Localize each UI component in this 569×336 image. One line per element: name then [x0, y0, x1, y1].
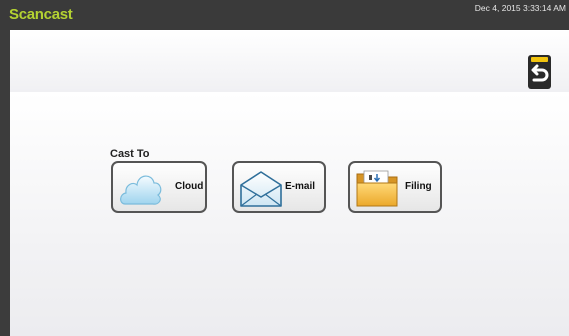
toolbar-strip [10, 30, 569, 92]
cloud-button-label: Cloud [175, 181, 204, 192]
folder-icon [356, 170, 398, 207]
filing-button[interactable]: Filing [348, 161, 442, 213]
back-button[interactable] [527, 55, 552, 90]
title-bar: Scancast Dec 4, 2015 3:33:14 AM [0, 0, 569, 30]
cloud-button[interactable]: Cloud [111, 161, 207, 213]
envelope-icon [240, 171, 282, 207]
email-button[interactable]: E-mail [232, 161, 326, 213]
app-title: Scancast [9, 6, 73, 23]
cast-to-label: Cast To [110, 148, 150, 160]
status-datetime: Dec 4, 2015 3:33:14 AM [474, 3, 566, 13]
cloud-icon [120, 175, 162, 205]
email-button-label: E-mail [285, 181, 316, 192]
back-arrow-icon [528, 55, 551, 89]
main-panel [10, 92, 569, 336]
filing-button-label: Filing [405, 181, 432, 192]
